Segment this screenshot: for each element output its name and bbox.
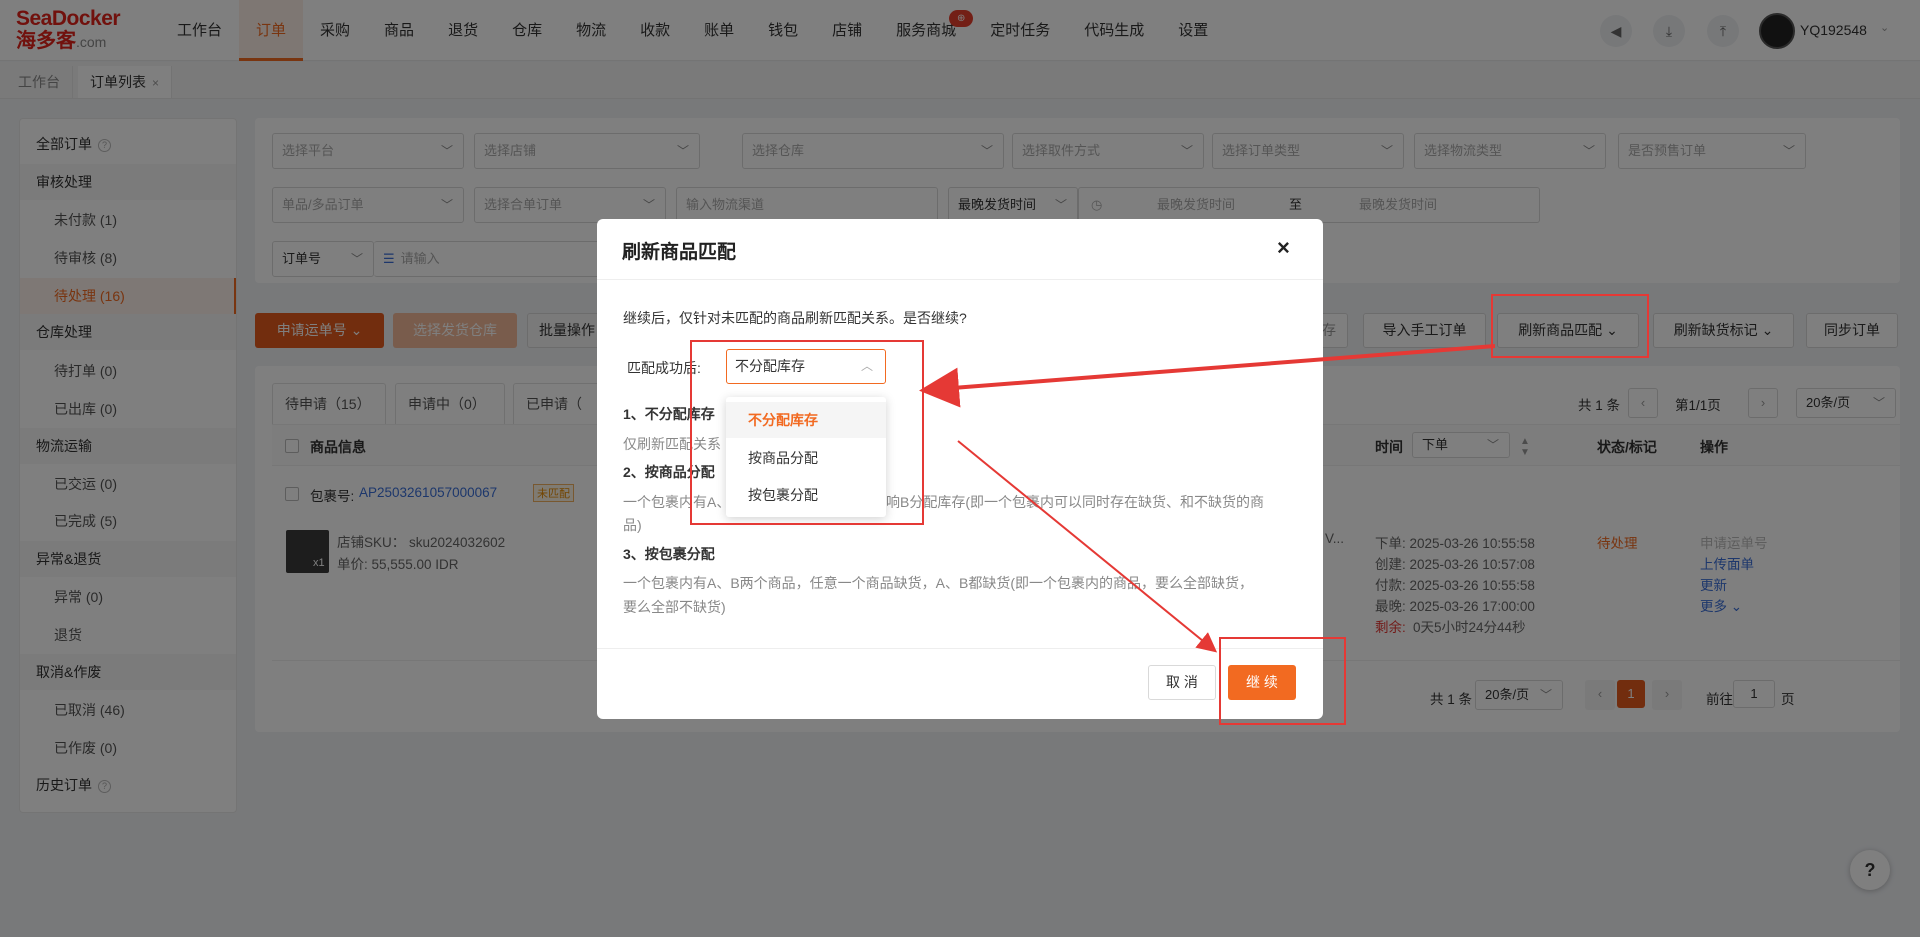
option3-desc-a: 一个包裹内有A、B两个商品，任意一个商品缺货，A、B都缺货(即一个包裹内的商品，… <box>623 575 1254 591</box>
option3-desc-b: 要么全部不缺货) <box>623 599 726 615</box>
annotation-box-dropdown <box>690 340 924 525</box>
option2-desc-b: 响B分配库存(即一个包裹内可以同时存在缺货、和不缺货的商 <box>886 494 1264 510</box>
dialog-title: 刷新商品匹配 <box>622 242 737 263</box>
close-icon[interactable]: × <box>1277 235 1290 261</box>
cancel-button[interactable]: 取 消 <box>1148 665 1216 700</box>
divider <box>597 279 1323 280</box>
dialog-intro: 继续后，仅针对未匹配的商品刷新匹配关系。是否继续? <box>623 310 967 326</box>
option2-desc-c: 品) <box>623 517 642 533</box>
annotation-box-refresh-button <box>1491 294 1649 358</box>
annotation-box-continue <box>1219 637 1346 725</box>
option3-title: 3、按包裹分配 <box>623 546 715 562</box>
divider <box>597 648 1323 649</box>
